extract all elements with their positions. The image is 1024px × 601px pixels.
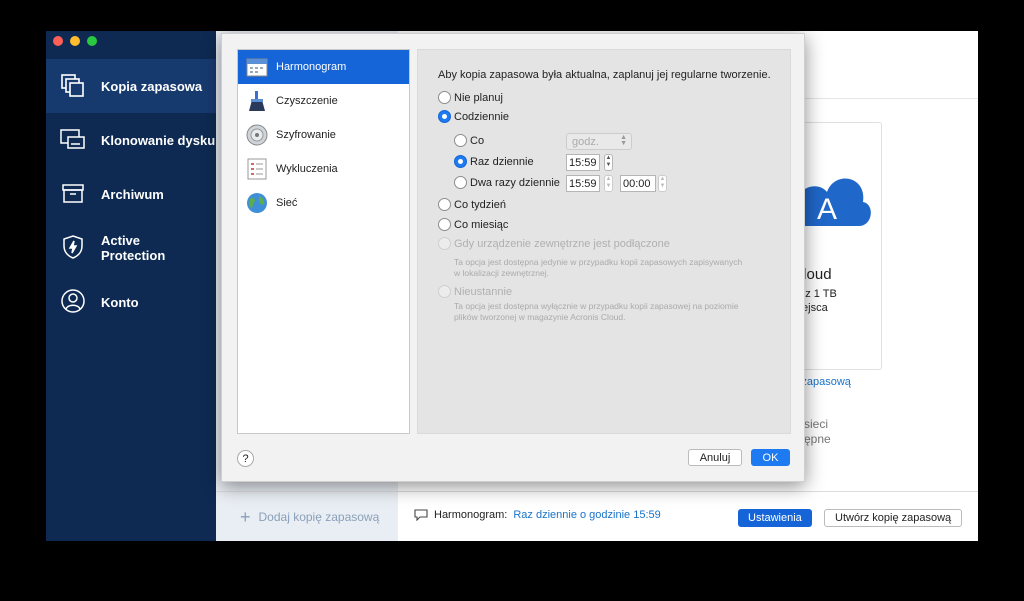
sidebar-item-disk-clone[interactable]: Klonowanie dysku (46, 113, 216, 167)
radio-no-plan[interactable] (438, 91, 451, 104)
globe-icon (246, 192, 268, 214)
tab-label: Szyfrowanie (276, 129, 336, 141)
option-label: Raz dziennie (470, 155, 534, 168)
radio-every[interactable] (454, 134, 467, 147)
sidebar: Kopia zapasowa Klonowanie dysku Archiwum… (46, 31, 216, 541)
twice-time1-stepper[interactable]: ▲ ▼ (604, 175, 613, 192)
add-backup-button[interactable]: + Dodaj kopię zapasową (216, 492, 398, 541)
stepper-arrows-icon: ▲ ▼ (605, 176, 612, 189)
tab-label: Wykluczenia (276, 163, 338, 175)
radio-daily[interactable] (438, 110, 451, 123)
sidebar-item-backup[interactable]: Kopia zapasowa (46, 59, 216, 113)
stepper-arrows-icon: ▲ ▼ (620, 134, 627, 147)
radio-monthly[interactable] (438, 218, 451, 231)
once-time-field[interactable]: 15:59 (566, 154, 600, 171)
radio-once-daily[interactable] (454, 155, 467, 168)
disk-clone-icon (60, 125, 86, 153)
sidebar-item-label: Kopia zapasowa (101, 78, 203, 94)
tab-cleanup[interactable]: Czyszczenie (238, 84, 409, 118)
minimize-window-button[interactable] (70, 36, 80, 46)
every-unit-select[interactable]: godz. ▲ ▼ (566, 133, 632, 150)
continuous-note: Ta opcja jest dostępna wyłącznie w przyp… (454, 301, 739, 322)
comment-icon (414, 509, 428, 521)
tab-network[interactable]: Sieć (238, 186, 409, 220)
shield-lightning-icon (60, 233, 86, 261)
plus-icon: + (240, 506, 251, 527)
schedule-value[interactable]: Raz dziennie o godzinie 15:59 (513, 509, 660, 521)
option-daily[interactable]: Codziennie (438, 110, 509, 123)
broom-icon (246, 90, 268, 112)
radio-weekly[interactable] (438, 198, 451, 211)
close-window-button[interactable] (53, 36, 63, 46)
safe-lock-icon (246, 124, 268, 146)
tab-label: Sieć (276, 197, 298, 209)
option-continuous: Nieustannie (438, 285, 512, 298)
user-account-icon (60, 287, 86, 315)
sidebar-item-archive[interactable]: Archiwum (46, 167, 216, 221)
zoom-window-button[interactable] (87, 36, 97, 46)
window-controls (53, 36, 97, 46)
tab-encryption[interactable]: Szyfrowanie (238, 118, 409, 152)
sidebar-item-active-protection[interactable]: Active Protection (46, 221, 216, 275)
svg-text:A: A (817, 193, 837, 226)
option-label: Dwa razy dziennie (470, 176, 560, 189)
backup-copies-icon (60, 71, 86, 99)
option-label: Co miesiąc (454, 218, 509, 231)
bottom-bar: + Dodaj kopię zapasową Harmonogram: Raz … (216, 491, 978, 541)
settings-button[interactable]: Ustawienia (738, 509, 812, 527)
option-no-plan[interactable]: Nie planuj (438, 91, 503, 104)
once-time-stepper[interactable]: ▲ ▼ (604, 154, 613, 171)
radio-continuous (438, 285, 451, 298)
help-button[interactable]: ? (237, 450, 254, 467)
radio-twice-daily[interactable] (454, 176, 467, 189)
sidebar-item-label: Konto (101, 294, 139, 310)
sidebar-item-account[interactable]: Konto (46, 275, 216, 329)
radio-ext-device (438, 237, 451, 250)
sidebar-item-label: Archiwum (101, 186, 164, 202)
exclusions-list-icon (246, 158, 268, 180)
option-label: Codziennie (454, 110, 510, 123)
tab-exclusions[interactable]: Wykluczenia (238, 152, 409, 186)
twice-time1-field[interactable]: 15:59 (566, 175, 600, 192)
schedule-panel: Aby kopia zapasowa była aktualna, zaplan… (417, 49, 791, 434)
calendar-icon (246, 56, 268, 78)
schedule-intro: Aby kopia zapasowa była aktualna, zaplan… (438, 69, 771, 81)
option-ext-device: Gdy urządzenie zewnętrzne jest podłączon… (438, 237, 670, 250)
tab-label: Harmonogram (276, 61, 347, 73)
ok-button[interactable]: OK (751, 449, 790, 466)
schedule-info: Harmonogram: Raz dziennie o godzinie 15:… (414, 509, 661, 521)
option-monthly[interactable]: Co miesiąc (438, 218, 508, 231)
cancel-button[interactable]: Anuluj (688, 449, 742, 466)
option-weekly[interactable]: Co tydzień (438, 198, 506, 211)
stepper-arrows-icon: ▲ ▼ (605, 155, 612, 168)
twice-time2-field[interactable]: 00:00 (620, 175, 656, 192)
schedule-label: Harmonogram: (434, 509, 508, 521)
twice-time2-stepper[interactable]: ▲ ▼ (658, 175, 667, 192)
option-label: Co (470, 134, 485, 147)
option-twice-daily[interactable]: Dwa razy dziennie (454, 176, 560, 189)
option-label: Gdy urządzenie zewnętrzne jest podłączon… (454, 237, 670, 250)
tab-schedule[interactable]: Harmonogram (238, 50, 409, 84)
settings-category-list: Harmonogram Czyszczenie Szyfrowanie Wykl… (237, 49, 410, 434)
option-once-daily[interactable]: Raz dziennie (454, 155, 534, 168)
option-every[interactable]: Co (454, 134, 484, 147)
tab-label: Czyszczenie (276, 95, 338, 107)
ext-device-note: Ta opcja jest dostępna jedynie w przypad… (454, 257, 743, 278)
option-label: Co tydzień (454, 198, 506, 211)
sidebar-item-label: Klonowanie dysku (101, 132, 216, 148)
create-backup-button[interactable]: Utwórz kopię zapasową (824, 509, 963, 527)
option-label: Nie planuj (454, 91, 503, 104)
every-unit-value: godz. (572, 135, 599, 148)
archive-box-icon (60, 179, 86, 207)
settings-dialog: Harmonogram Czyszczenie Szyfrowanie Wykl… (221, 33, 805, 482)
option-label: Nieustannie (454, 285, 513, 298)
sidebar-item-label: Active Protection (101, 233, 166, 263)
add-backup-label: Dodaj kopię zapasową (258, 510, 380, 524)
stepper-arrows-icon: ▲ ▼ (659, 176, 666, 189)
